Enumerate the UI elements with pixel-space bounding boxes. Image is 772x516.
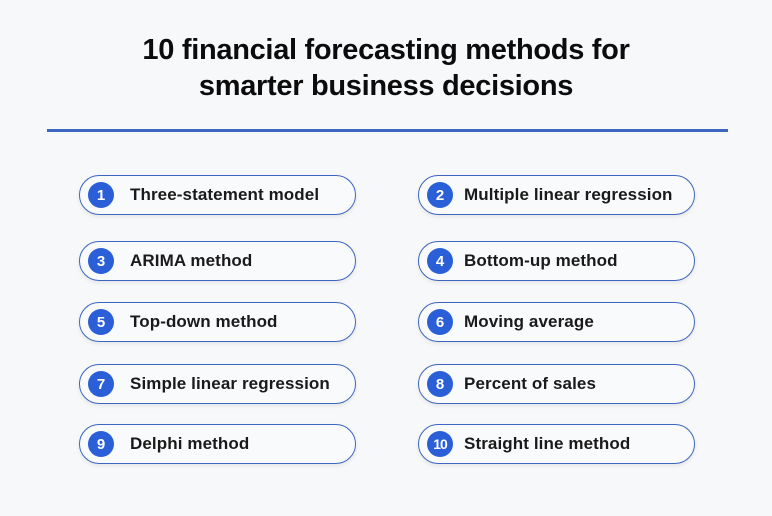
method-item-9: 9 Delphi method <box>79 424 356 464</box>
method-label: ARIMA method <box>130 251 253 270</box>
method-item-1: 1 Three-statement model <box>79 175 356 215</box>
number-badge: 6 <box>427 309 453 335</box>
method-item-10: 10 Straight line method <box>418 424 695 464</box>
number-badge: 7 <box>88 371 114 397</box>
number-badge: 1 <box>88 182 114 208</box>
title-line-1: 10 financial forecasting methods for <box>142 34 630 66</box>
method-item-4: 4 Bottom-up method <box>418 241 695 281</box>
number-badge: 9 <box>88 431 114 457</box>
method-label: Moving average <box>464 312 594 331</box>
number-badge: 3 <box>88 248 114 274</box>
number-badge: 10 <box>427 431 453 457</box>
method-item-7: 7 Simple linear regression <box>79 364 356 404</box>
number-badge: 5 <box>88 309 114 335</box>
number-badge: 4 <box>427 248 453 274</box>
method-item-6: 6 Moving average <box>418 302 695 342</box>
method-item-5: 5 Top-down method <box>79 302 356 342</box>
method-label: Straight line method <box>464 434 631 453</box>
method-label: Multiple linear regression <box>464 185 673 204</box>
number-badge: 8 <box>427 371 453 397</box>
method-label: Top-down method <box>130 312 278 331</box>
page-title: 10 financial forecasting methods for sma… <box>0 32 772 104</box>
method-item-3: 3 ARIMA method <box>79 241 356 281</box>
method-label: Delphi method <box>130 434 250 453</box>
method-label: Bottom-up method <box>464 251 618 270</box>
title-line-2: smarter business decisions <box>198 70 574 102</box>
method-label: Percent of sales <box>464 374 596 393</box>
method-item-2: 2 Multiple linear regression <box>418 175 695 215</box>
method-label: Simple linear regression <box>130 374 330 393</box>
title-divider <box>47 129 728 132</box>
number-badge: 2 <box>427 182 453 208</box>
method-label: Three-statement model <box>130 185 320 204</box>
method-item-8: 8 Percent of sales <box>418 364 695 404</box>
